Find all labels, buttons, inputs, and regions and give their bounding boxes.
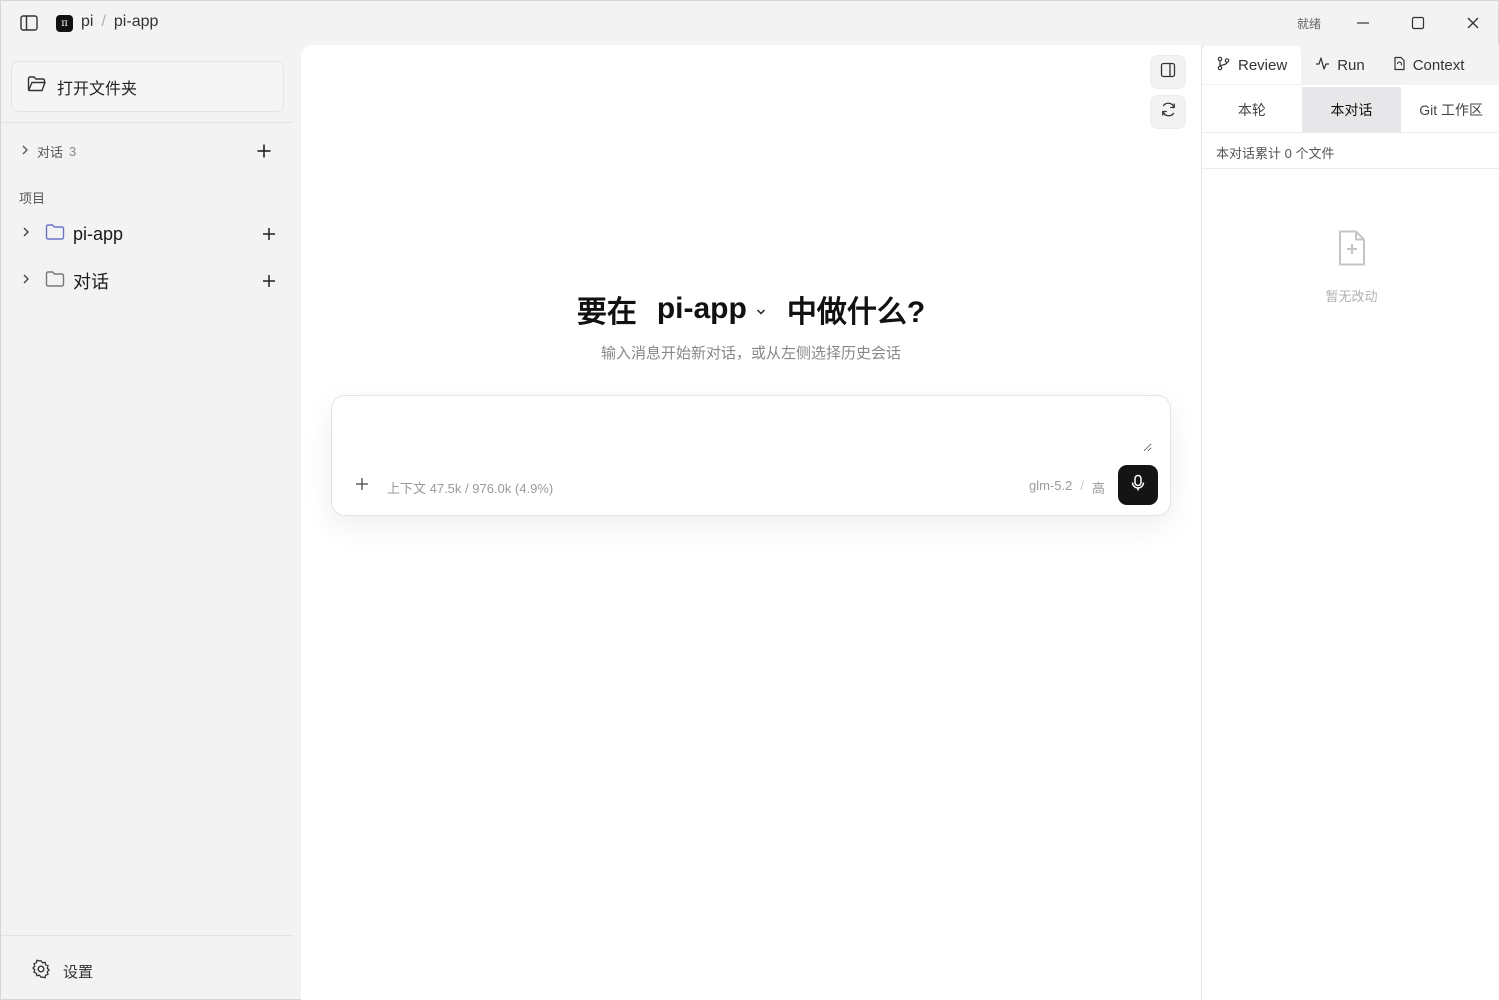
- tab-run-label: Run: [1337, 56, 1365, 74]
- add-project-item-button[interactable]: [259, 224, 279, 244]
- add-conversation-item-button[interactable]: [259, 271, 279, 291]
- hero-prefix: 要在: [576, 296, 637, 329]
- project-selector[interactable]: pi-app: [657, 292, 767, 326]
- hero-suffix: 中做什么?: [786, 296, 926, 329]
- context-usage: 上下文 47.5k / 976.0k (4.9%): [387, 481, 554, 496]
- segment-this-round[interactable]: 本轮: [1202, 87, 1302, 132]
- model-name[interactable]: glm-5.2: [1029, 478, 1072, 497]
- breadcrumb-project[interactable]: pi-app: [114, 13, 158, 31]
- review-panel-tabs: Review Run Context: [1202, 45, 1499, 85]
- breadcrumb: pi / pi-app: [81, 13, 158, 31]
- message-composer: 上下文 47.5k / 976.0k (4.9%) glm-5.2 / 高: [331, 395, 1171, 516]
- folder-icon: [45, 223, 65, 246]
- tab-context-label: Context: [1412, 56, 1465, 74]
- conversations-label: 对话: [37, 144, 64, 160]
- segment-this-conversation[interactable]: 本对话: [1301, 87, 1402, 132]
- minimize-button[interactable]: [1351, 11, 1375, 35]
- toggle-right-panel-button[interactable]: [1150, 55, 1186, 89]
- plus-icon: [354, 476, 370, 497]
- main-panel: 要在 pi-app 中做什么? 输入消息开始新对话，或从左侧选择历史会话 上下文…: [301, 45, 1201, 1000]
- voice-input-button[interactable]: [1118, 465, 1158, 505]
- project-selector-label: pi-app: [656, 292, 747, 325]
- gear-icon: [31, 959, 51, 983]
- refresh-button[interactable]: [1150, 95, 1186, 129]
- breadcrumb-separator: /: [101, 13, 106, 30]
- settings-button[interactable]: 设置: [31, 959, 93, 983]
- hero-heading: 要在 pi-app 中做什么?: [301, 287, 1201, 331]
- chevron-right-icon: [19, 225, 33, 244]
- attach-button[interactable]: [352, 476, 372, 496]
- sidebar-divider: [1, 935, 293, 936]
- chevron-right-icon: [19, 144, 31, 159]
- close-button[interactable]: [1461, 11, 1485, 35]
- tab-context[interactable]: Context: [1379, 46, 1479, 84]
- file-plus-icon: [1336, 229, 1368, 272]
- chevron-right-icon: [19, 272, 33, 291]
- project-label: 对话: [73, 272, 109, 292]
- maximize-button[interactable]: [1406, 11, 1430, 35]
- conversations-count: 3: [69, 143, 77, 159]
- chevron-down-icon: [755, 292, 767, 326]
- tab-run[interactable]: Run: [1301, 46, 1379, 84]
- open-folder-button[interactable]: 打开文件夹: [11, 61, 284, 112]
- tab-review[interactable]: Review: [1202, 46, 1302, 84]
- model-separator: /: [1080, 478, 1084, 493]
- panel-right-icon: [1160, 62, 1176, 83]
- title-bar: π pi / pi-app 就绪: [1, 1, 1498, 45]
- settings-label: 设置: [63, 963, 94, 981]
- model-selector[interactable]: glm-5.2 / 高: [1029, 478, 1105, 497]
- folder-icon: [45, 270, 65, 293]
- new-conversation-button[interactable]: [254, 141, 274, 161]
- review-panel: Review Run Context 本轮 本对话 Git 工作区 本对话累计 …: [1201, 45, 1499, 1000]
- message-input[interactable]: [352, 412, 1152, 452]
- scope-segmented-control: 本轮 本对话 Git 工作区: [1202, 87, 1499, 133]
- breadcrumb-root[interactable]: pi: [81, 13, 93, 31]
- sidebar: 打开文件夹 对话 3 项目 pi-app 对话 设置: [1, 45, 300, 1000]
- hero-subtitle: 输入消息开始新对话，或从左侧选择历史会话: [600, 345, 901, 362]
- git-branch-icon: [1216, 56, 1231, 75]
- open-folder-label: 打开文件夹: [57, 80, 138, 98]
- microphone-icon: [1130, 474, 1146, 497]
- tab-review-label: Review: [1238, 56, 1288, 74]
- changes-summary: 本对话累计 0 个文件: [1216, 146, 1335, 161]
- status-text: 就绪: [1297, 17, 1322, 31]
- sidebar-divider: [1, 122, 293, 123]
- app-window: π pi / pi-app 就绪 打开文件夹 对话 3 项目 pi-app 对话…: [0, 0, 1499, 1000]
- summary-divider: [1202, 168, 1499, 169]
- project-label: pi-app: [73, 223, 124, 244]
- empty-state: 暂无改动: [1202, 229, 1499, 305]
- app-logo: π: [56, 15, 73, 32]
- conversations-toggle[interactable]: 对话 3: [19, 141, 281, 161]
- empty-state-text: 暂无改动: [1325, 289, 1378, 304]
- project-item-conversations[interactable]: 对话: [19, 268, 281, 294]
- refresh-icon: [1160, 101, 1177, 123]
- segment-git-workspace[interactable]: Git 工作区: [1401, 87, 1499, 132]
- projects-heading: 项目: [19, 191, 46, 206]
- effort-level[interactable]: 高: [1092, 478, 1105, 497]
- file-icon: [1393, 56, 1406, 75]
- sidebar-toggle-icon[interactable]: [19, 13, 39, 33]
- activity-icon: [1315, 56, 1330, 75]
- project-item-pi-app[interactable]: pi-app: [19, 221, 281, 247]
- folder-open-icon: [27, 75, 47, 98]
